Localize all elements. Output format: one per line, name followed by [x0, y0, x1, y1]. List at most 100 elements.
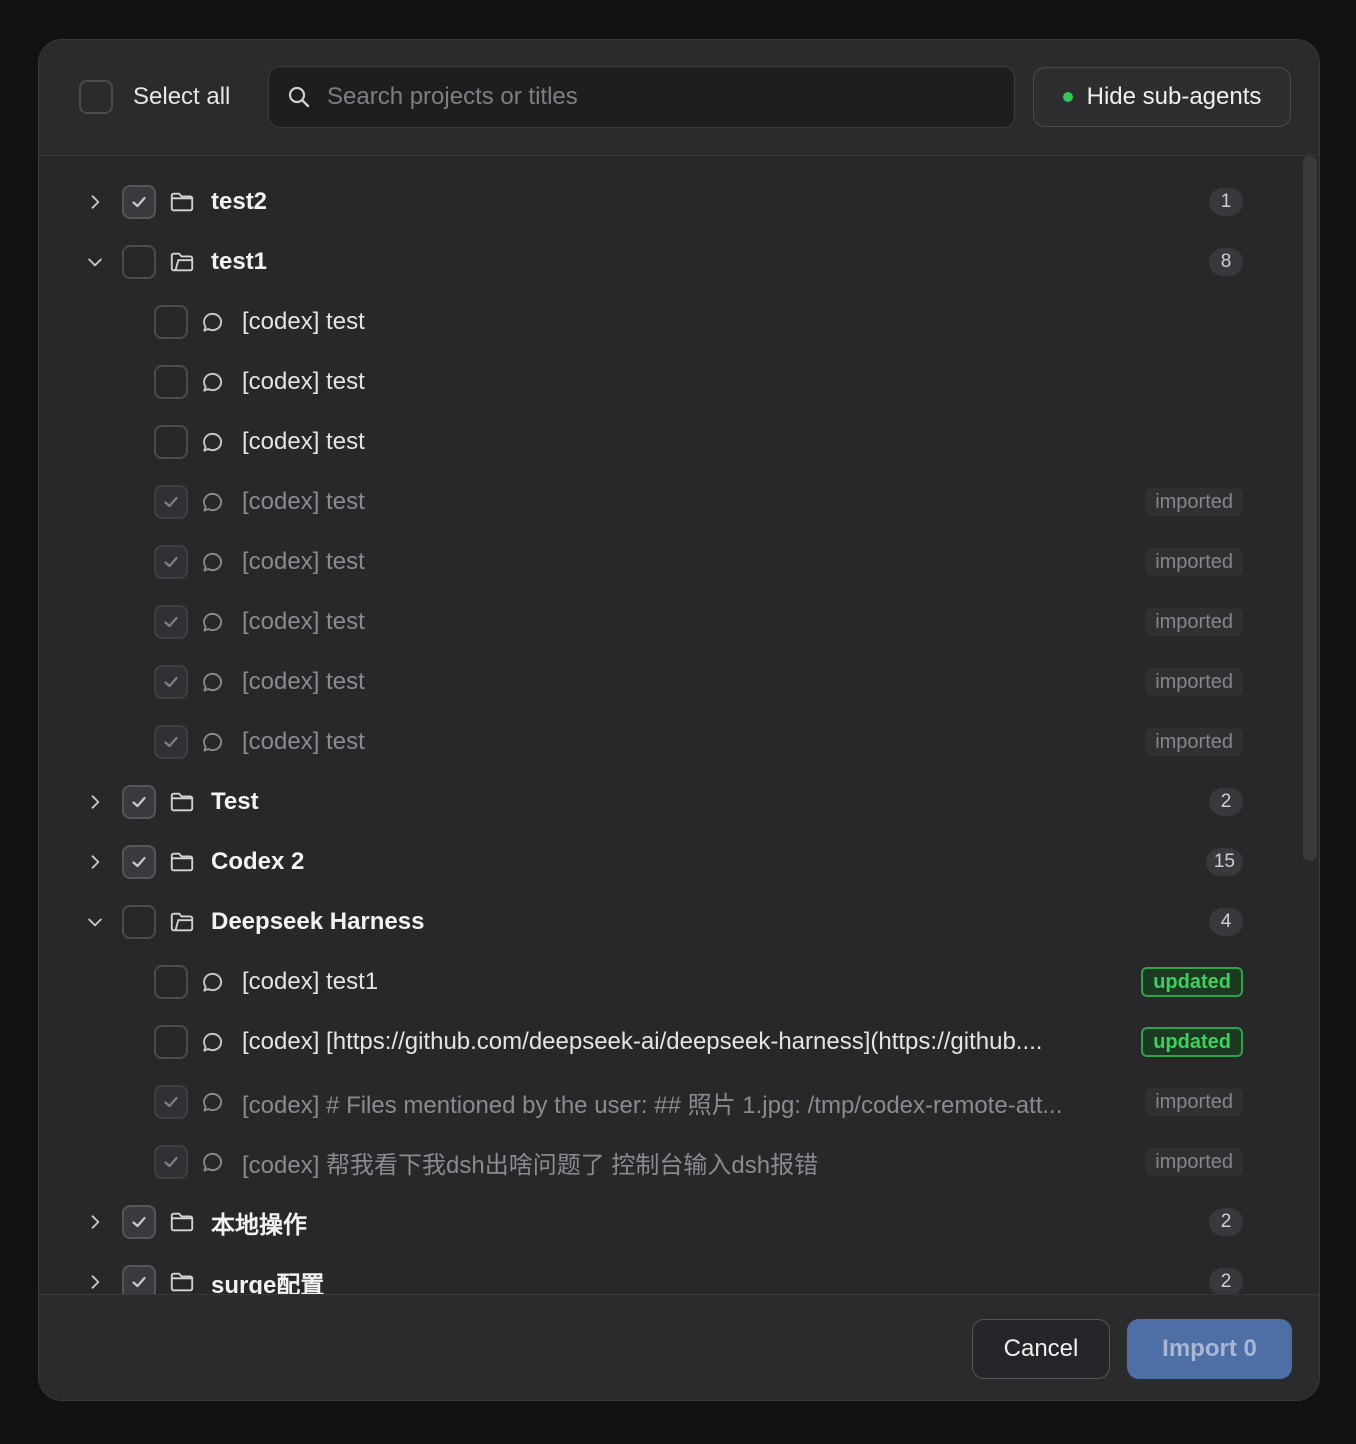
hide-subagents-button[interactable]: Hide sub-agents [1033, 67, 1291, 127]
conversation-row[interactable]: [codex] test imported [39, 532, 1259, 592]
chat-bubble-icon [201, 730, 225, 754]
project-title: test2 [211, 188, 268, 215]
chevron-down-icon[interactable] [83, 910, 107, 934]
conversation-title: [codex] 帮我看下我dsh出啥问题了 控制台输入dsh报错 [242, 1151, 819, 1179]
conversation-row[interactable]: [codex] test [39, 412, 1259, 472]
checkmark-icon [164, 616, 178, 628]
search-box[interactable] [268, 66, 1015, 128]
project-row[interactable]: surge配置 2 [39, 1252, 1259, 1296]
folder-icon [169, 788, 197, 816]
row-checkbox[interactable] [122, 905, 156, 939]
conversation-row[interactable]: [codex] test imported [39, 652, 1259, 712]
row-checkbox[interactable] [154, 965, 188, 999]
project-title: Deepseek Harness [211, 908, 425, 935]
row-checkbox[interactable] [122, 1205, 156, 1239]
row-checkbox[interactable] [154, 305, 188, 339]
imported-badge: imported [1145, 1088, 1243, 1116]
conversation-row[interactable]: [codex] test imported [39, 712, 1259, 772]
conversation-row[interactable]: [codex] 帮我看下我dsh出啥问题了 控制台输入dsh报错 imported [39, 1132, 1259, 1192]
import-button[interactable]: Import 0 [1127, 1319, 1292, 1379]
count-badge: 2 [1209, 1208, 1243, 1236]
conversation-row[interactable]: [codex] test1 updated [39, 952, 1259, 1012]
checkmark-icon [132, 796, 146, 808]
chat-bubble-icon [201, 1090, 225, 1114]
dialog-footer: Cancel Import 0 [39, 1294, 1319, 1400]
folder-open-icon [169, 908, 197, 936]
chevron-right-icon[interactable] [83, 1270, 107, 1294]
chevron-down-icon[interactable] [83, 250, 107, 274]
search-input[interactable] [325, 82, 1014, 112]
row-checkbox[interactable] [122, 845, 156, 879]
project-row[interactable]: Test 2 [39, 772, 1259, 832]
conversation-row[interactable]: [codex] [https://github.com/deepseek-ai/… [39, 1012, 1259, 1072]
chat-bubble-icon [201, 550, 225, 574]
chat-bubble-icon [201, 670, 225, 694]
row-checkbox[interactable] [154, 1085, 188, 1119]
row-checkbox[interactable] [154, 1025, 188, 1059]
project-title: test1 [211, 248, 268, 275]
conversation-title: [codex] [https://github.com/deepseek-ai/… [242, 1028, 1043, 1055]
imported-badge: imported [1145, 668, 1243, 696]
cancel-button[interactable]: Cancel [972, 1319, 1110, 1379]
imported-badge: imported [1145, 608, 1243, 636]
conversation-title: [codex] test [242, 488, 365, 515]
count-badge: 2 [1209, 1268, 1243, 1296]
import-dialog: Select all Hide sub-agents test2 1 test1 8 [… [38, 39, 1320, 1401]
project-row[interactable]: test1 8 [39, 232, 1259, 292]
hide-subagents-label: Hide sub-agents [1086, 83, 1262, 110]
project-title: 本地操作 [211, 1211, 307, 1239]
count-badge: 4 [1209, 908, 1243, 936]
row-checkbox[interactable] [154, 485, 188, 519]
folder-icon [169, 1208, 197, 1236]
imported-badge: imported [1145, 1148, 1243, 1176]
chat-bubble-icon [201, 370, 225, 394]
conversation-row[interactable]: [codex] test [39, 292, 1259, 352]
row-checkbox[interactable] [122, 785, 156, 819]
project-row[interactable]: test2 1 [39, 172, 1259, 232]
conversation-title: [codex] # Files mentioned by the user: #… [242, 1091, 1063, 1119]
checkmark-icon [132, 1276, 146, 1288]
chat-bubble-icon [201, 610, 225, 634]
row-checkbox[interactable] [154, 725, 188, 759]
conversation-row[interactable]: [codex] test imported [39, 592, 1259, 652]
row-checkbox[interactable] [154, 1145, 188, 1179]
checkmark-icon [132, 1216, 146, 1228]
conversation-title: [codex] test [242, 608, 365, 635]
project-row[interactable]: 本地操作 2 [39, 1192, 1259, 1252]
checkmark-icon [132, 196, 146, 208]
conversation-row[interactable]: [codex] test [39, 352, 1259, 412]
row-checkbox[interactable] [154, 425, 188, 459]
chevron-right-icon[interactable] [83, 1210, 107, 1234]
conversation-row[interactable]: [codex] # Files mentioned by the user: #… [39, 1072, 1259, 1132]
chat-bubble-icon [201, 970, 225, 994]
select-all-checkbox[interactable] [79, 80, 113, 114]
search-icon [287, 85, 311, 109]
project-row[interactable]: Codex 2 15 [39, 832, 1259, 892]
select-all-control[interactable]: Select all [79, 80, 230, 114]
chevron-right-icon[interactable] [83, 790, 107, 814]
count-badge: 15 [1205, 848, 1243, 876]
row-checkbox[interactable] [154, 365, 188, 399]
scrollbar-thumb[interactable] [1303, 156, 1317, 861]
row-checkbox[interactable] [122, 185, 156, 219]
project-row[interactable]: Deepseek Harness 4 [39, 892, 1259, 952]
row-checkbox[interactable] [154, 545, 188, 579]
folder-icon [169, 848, 197, 876]
count-badge: 2 [1209, 788, 1243, 816]
updated-badge: updated [1141, 967, 1243, 997]
row-checkbox[interactable] [122, 1265, 156, 1296]
chevron-right-icon[interactable] [83, 850, 107, 874]
chat-bubble-icon [201, 1030, 225, 1054]
checkmark-icon [164, 676, 178, 688]
project-list[interactable]: test2 1 test1 8 [codex] test [codex] test [cod… [39, 156, 1319, 1296]
conversation-title: [codex] test [242, 428, 365, 455]
conversation-row[interactable]: [codex] test imported [39, 472, 1259, 532]
conversation-title: [codex] test1 [242, 968, 379, 995]
row-checkbox[interactable] [154, 665, 188, 699]
row-checkbox[interactable] [122, 245, 156, 279]
chat-bubble-icon [201, 490, 225, 514]
row-checkbox[interactable] [154, 605, 188, 639]
folder-open-icon [169, 248, 197, 276]
chevron-right-icon[interactable] [83, 190, 107, 214]
conversation-title: [codex] test [242, 548, 365, 575]
